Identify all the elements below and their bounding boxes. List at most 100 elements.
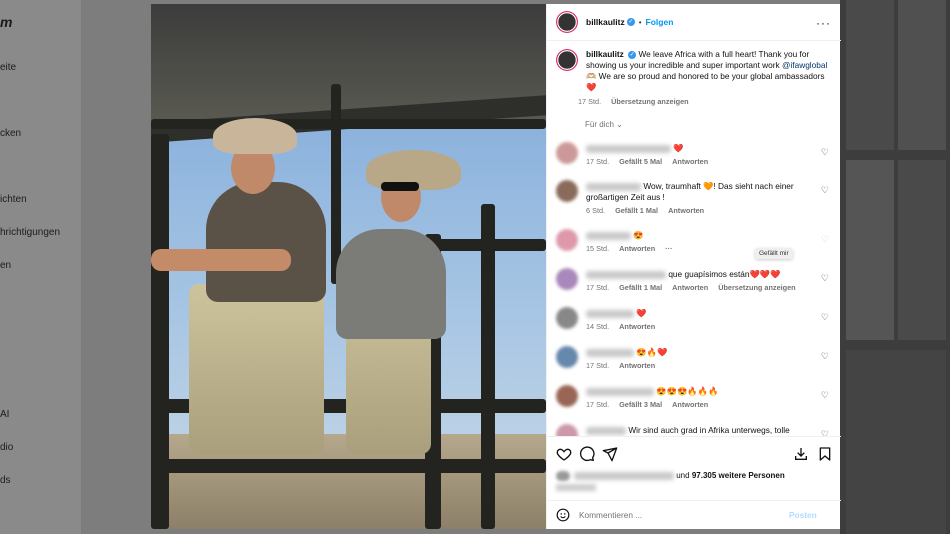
background-nav-item: en (0, 260, 12, 271)
like-tooltip: Gefällt mir (755, 248, 793, 259)
likes-and: und (676, 471, 690, 481)
translate-link[interactable]: Übersetzung anzeigen (611, 97, 688, 106)
comment-text: Wir sind auch grad in Afrika unterwegs, … (628, 425, 790, 435)
commenter-username[interactable]: user (586, 270, 666, 279)
verified-icon: ✓ (626, 18, 635, 26)
post-caption: billkaulitz ✓ We leave Africa with a ful… (556, 49, 832, 106)
like-comment-icon[interactable]: ♡ (821, 185, 829, 196)
likes-summary[interactable]: user und 97.305 weitere Personen (556, 471, 785, 481)
verified-icon: ✓ (628, 50, 637, 59)
like-comment-icon[interactable]: ♡ (821, 147, 829, 158)
commenter-avatar[interactable] (556, 385, 578, 407)
comments-list: user ❤️ 17 Std.Gefällt 5 MalAntworten ♡ … (547, 134, 841, 436)
heart-icon[interactable] (556, 446, 572, 462)
background-nav-item: ds (0, 475, 11, 486)
background-nav-item: hrichtigungen (0, 227, 61, 238)
more-options-icon[interactable]: ··· (816, 16, 831, 30)
commenter-username[interactable]: user (586, 231, 631, 240)
caption-mention[interactable]: @ifawglobal (782, 60, 827, 70)
comment-text: 😍🔥❤️ (636, 347, 668, 357)
commenter-avatar[interactable] (556, 346, 578, 368)
commenter-username[interactable]: user (586, 182, 641, 191)
comment-likes[interactable]: Gefällt 3 Mal (619, 400, 662, 409)
comment-text: ❤️ (673, 143, 684, 153)
commenter-username[interactable]: user (586, 309, 634, 318)
like-comment-icon[interactable]: ♡ (821, 429, 829, 436)
background-logo: m (0, 14, 13, 30)
background-nav-item: ichten (0, 194, 27, 205)
translate-link[interactable]: Übersetzung anzeigen (718, 283, 795, 292)
comment-time: 14 Std. (586, 322, 610, 331)
likes-count[interactable]: 97.305 weitere Personen (692, 471, 785, 480)
author-avatar[interactable] (556, 11, 578, 33)
emoji-icon[interactable] (556, 508, 570, 522)
post-photo[interactable] (151, 4, 546, 529)
comment-text: 😍 (633, 230, 644, 240)
commenter-avatar[interactable] (556, 142, 578, 164)
commenter-username[interactable]: user (586, 387, 654, 396)
commenter-username[interactable]: user (586, 348, 634, 357)
liker-avatars (556, 471, 570, 481)
background-nav-item: eite (0, 62, 17, 73)
caption-time: 17 Std. (578, 97, 602, 106)
background-nav-item: dio (0, 442, 14, 453)
caption-avatar[interactable] (556, 49, 578, 71)
post-actions: user und 97.305 weitere Personen (547, 436, 841, 500)
caption-part2: 🫶🏼 We are so proud and honored to be you… (586, 71, 825, 92)
comment-time: 17 Std. (586, 400, 610, 409)
comment-time: 6 Std. (586, 206, 606, 215)
liker-username[interactable]: user (574, 472, 674, 480)
comment-likes[interactable]: Gefällt 5 Mal (619, 157, 662, 166)
commenter-avatar[interactable] (556, 268, 578, 290)
comment-time: 17 Std. (586, 157, 610, 166)
like-comment-icon[interactable]: ♡ (821, 351, 829, 362)
comment-icon[interactable] (579, 446, 595, 462)
comment-time: 17 Std. (586, 283, 610, 292)
reply-button[interactable]: Antworten (672, 400, 708, 409)
like-comment-icon[interactable]: ♡ (821, 312, 829, 323)
share-icon[interactable] (602, 446, 618, 462)
post-comment-button[interactable]: Posten (789, 510, 817, 520)
download-icon[interactable] (793, 446, 809, 462)
post-header: billkaulitz ✓ • Folgen ··· (547, 4, 841, 41)
reply-button[interactable]: Antworten (668, 206, 704, 215)
commenter-avatar[interactable] (556, 180, 578, 202)
reply-button[interactable]: Antworten (619, 322, 655, 331)
comment-time: 15 Std. (586, 244, 610, 253)
reply-button[interactable]: Antworten (619, 244, 655, 253)
comment-likes[interactable]: Gefällt 1 Mal (619, 283, 662, 292)
like-comment-icon[interactable]: ♡ (821, 234, 829, 245)
post-date (556, 484, 596, 491)
background-nav-item: cken (0, 128, 22, 139)
reply-button[interactable]: Antworten (672, 157, 708, 166)
commenter-username[interactable]: user (586, 144, 671, 153)
bookmark-icon[interactable] (817, 446, 833, 462)
background-nav-item: AI (0, 409, 10, 420)
like-comment-icon[interactable]: ♡ (821, 273, 829, 284)
caption-meta: 17 Std. Übersetzung anzeigen (578, 97, 832, 106)
commenter-avatar[interactable] (556, 229, 578, 251)
comment-text: 😍😍😍🔥🔥🔥 (656, 386, 719, 396)
separator-dot: • (638, 17, 642, 27)
comment-text: que guapísimos están❤️❤️❤️ (668, 269, 781, 279)
follow-button[interactable]: Folgen (646, 17, 674, 27)
caption-text: billkaulitz ✓ We leave Africa with a ful… (586, 49, 832, 93)
comment-sort-dropdown[interactable]: Für dich ⌄ (585, 120, 623, 129)
commenter-avatar[interactable] (556, 424, 578, 436)
background-sidebar: m eite cken ichten hrichtigungen en AI d… (0, 0, 82, 534)
author-username[interactable]: billkaulitz (586, 17, 625, 27)
commenter-username[interactable]: user (586, 426, 626, 435)
comment-text: ❤️ (636, 308, 647, 318)
reply-button[interactable]: Antworten (619, 361, 655, 370)
post-modal: billkaulitz ✓ • Folgen ··· billkaulitz ✓… (151, 4, 841, 529)
comment-input[interactable] (579, 510, 789, 520)
post-panel: billkaulitz ✓ • Folgen ··· billkaulitz ✓… (546, 4, 841, 529)
comment-likes[interactable]: Gefällt 1 Mal (615, 206, 658, 215)
caption-username[interactable]: billkaulitz (586, 49, 624, 59)
comment-time: 17 Std. (586, 361, 610, 370)
like-comment-icon[interactable]: ♡ (821, 390, 829, 401)
comment-more-icon[interactable]: ··· (665, 244, 672, 253)
commenter-avatar[interactable] (556, 307, 578, 329)
reply-button[interactable]: Antworten (672, 283, 708, 292)
comment-box: Posten (547, 500, 841, 529)
